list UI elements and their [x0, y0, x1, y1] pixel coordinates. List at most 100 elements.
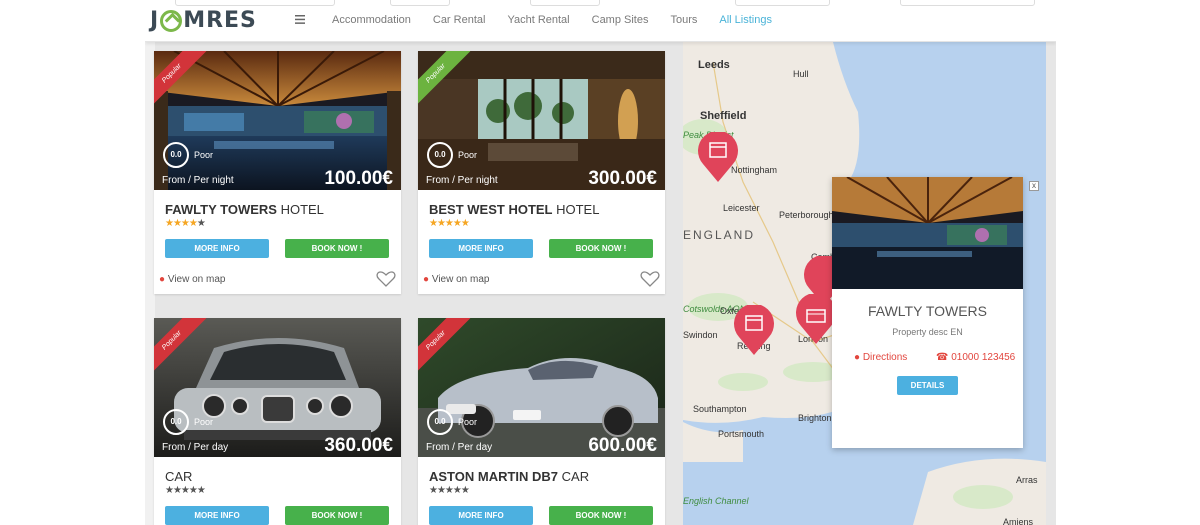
listing-photo[interactable]: Popular 0.0 Poor From / Per night 100.00… — [154, 51, 401, 190]
logo-letter: J — [150, 8, 160, 33]
listing-photo[interactable]: Popular 0.0 Poor From / Per day 600.00€ — [418, 318, 665, 457]
star-rating: ★★★★★ — [165, 218, 206, 229]
map-label: Portsmouth — [718, 429, 765, 439]
top-navbar: J MRES Accommodation Car Rental Yacht Re… — [145, 0, 1056, 42]
listing-type: HOTEL — [552, 202, 600, 217]
logo-rest: MRES — [183, 8, 257, 33]
book-now-button[interactable]: BOOK NOW ! — [549, 239, 653, 258]
popup-close-button[interactable]: x — [1029, 181, 1039, 191]
listing-price: 360.00€ — [324, 435, 393, 456]
map-label: Southampton — [693, 404, 747, 414]
book-now-button[interactable]: BOOK NOW ! — [549, 506, 653, 525]
listing-title[interactable]: CAR — [165, 469, 192, 484]
view-on-map-label: View on map — [167, 274, 226, 285]
rating-label: Poor — [458, 417, 478, 427]
book-now-button[interactable]: BOOK NOW ! — [285, 506, 389, 525]
page: J MRES Accommodation Car Rental Yacht Re… — [145, 0, 1056, 525]
listing-price: 300.00€ — [588, 168, 657, 189]
nav-tours[interactable]: Tours — [670, 14, 697, 26]
more-info-button[interactable]: MORE INFO — [429, 239, 533, 258]
more-info-button[interactable]: MORE INFO — [165, 239, 269, 258]
popup-phone-link[interactable]: ☎ 01000 123456 — [936, 352, 1015, 363]
hamburger-menu-icon[interactable] — [295, 12, 305, 27]
map-pin-icon: ● — [854, 352, 861, 363]
star-rating: ★★★★★ — [165, 485, 206, 496]
book-now-button[interactable]: BOOK NOW ! — [285, 239, 389, 258]
map-pin-icon: ● — [423, 274, 430, 285]
price-unit: From / Per night — [426, 175, 498, 186]
map-pin-icon: ● — [159, 274, 166, 285]
popup-hotel-image — [832, 177, 1023, 289]
star-rating: ★★★★★ — [429, 485, 470, 496]
phone-icon: ☎ — [936, 352, 949, 363]
listing-price: 100.00€ — [324, 168, 393, 189]
rating-badge: 0.0 — [163, 409, 189, 435]
rating-badge: 0.0 — [163, 142, 189, 168]
nav-all-listings[interactable]: All Listings — [719, 14, 772, 26]
map-label: ENGLAND — [683, 228, 756, 242]
search-field-ghost[interactable] — [175, 0, 335, 6]
more-info-button[interactable]: MORE INFO — [429, 506, 533, 525]
map-marker-icon[interactable] — [697, 132, 739, 184]
view-on-map-link[interactable]: ● View on map — [159, 274, 225, 285]
listing-name: BEST WEST HOTEL — [429, 202, 553, 217]
popup-details-button[interactable]: DETAILS — [897, 376, 958, 395]
listing-type: CAR — [165, 469, 193, 484]
listing-card: Popular 0.0 Poor From / Per night 100.00… — [154, 51, 401, 294]
listing-type: CAR — [558, 469, 590, 484]
map-label: Hull — [793, 69, 809, 79]
listing-type: HOTEL — [276, 202, 324, 217]
view-select-ghost[interactable] — [390, 0, 450, 6]
compare-button-ghost[interactable] — [735, 0, 830, 6]
listing-name: ASTON MARTIN DB7 — [429, 469, 559, 484]
favourites-button-ghost[interactable] — [900, 0, 1035, 6]
rating-badge: 0.0 — [427, 409, 453, 435]
star-rating: ★★★★★ — [429, 218, 470, 229]
map-label: Brighton — [798, 413, 832, 423]
price-unit: From / Per day — [426, 442, 493, 453]
map-marker-icon[interactable] — [795, 294, 837, 346]
main-nav: Accommodation Car Rental Yacht Rental Ca… — [332, 14, 794, 26]
popup-title: FAWLTY TOWERS — [867, 303, 988, 319]
listing-card: Popular 0.0 Poor From / Per day 360.00€ … — [154, 318, 401, 525]
view-on-map-label: View on map — [431, 274, 490, 285]
rating-label: Poor — [194, 150, 214, 160]
heart-icon[interactable] — [376, 270, 396, 288]
map-label: Leeds — [698, 59, 730, 71]
listing-card: Popular 0.0 Poor From / Per night 300.00… — [418, 51, 665, 294]
map-label: Peterborough — [779, 210, 834, 220]
map-info-popup: x FAWLTY TOWERS Property desc EN ● Direc… — [832, 177, 1039, 448]
more-info-button[interactable]: MORE INFO — [165, 506, 269, 525]
listing-price: 600.00€ — [588, 435, 657, 456]
map-label: Amiens — [1003, 517, 1034, 525]
listing-card: Popular 0.0 Poor From / Per day 600.00€ … — [418, 318, 665, 525]
listing-photo[interactable]: Popular 0.0 Poor From / Per day 360.00€ — [154, 318, 401, 457]
listing-photo[interactable]: Popular 0.0 Poor From / Per night 300.00… — [418, 51, 665, 190]
rating-badge: 0.0 — [427, 142, 453, 168]
jomres-logo[interactable]: J MRES — [150, 7, 257, 33]
popup-photo[interactable] — [832, 177, 1023, 289]
map-label: Leicester — [723, 203, 760, 213]
nav-camp-sites[interactable]: Camp Sites — [592, 14, 649, 26]
map-label: Arras — [1016, 475, 1038, 485]
view-on-map-link[interactable]: ● View on map — [423, 274, 489, 285]
popup-directions-link[interactable]: ● Directions — [854, 352, 907, 363]
rating-label: Poor — [194, 417, 214, 427]
directions-label: Directions — [862, 352, 908, 363]
budget-select-ghost[interactable] — [530, 0, 600, 6]
nav-accommodation[interactable]: Accommodation — [332, 14, 411, 26]
map-label: English Channel — [683, 496, 749, 506]
map-marker-icon[interactable] — [733, 305, 775, 357]
rating-label: Poor — [458, 150, 478, 160]
nav-car-rental[interactable]: Car Rental — [433, 14, 486, 26]
popup-description: Property desc EN — [892, 327, 963, 337]
listing-name: FAWLTY TOWERS — [165, 202, 277, 217]
listing-title[interactable]: BEST WEST HOTEL HOTEL — [429, 202, 599, 217]
price-unit: From / Per day — [162, 442, 229, 453]
nav-yacht-rental[interactable]: Yacht Rental — [507, 14, 569, 26]
phone-number: 01000 123456 — [951, 352, 1016, 363]
map-label: Swindon — [683, 330, 718, 340]
listing-title[interactable]: ASTON MARTIN DB7 CAR — [429, 469, 589, 484]
listing-title[interactable]: FAWLTY TOWERS HOTEL — [165, 202, 324, 217]
heart-icon[interactable] — [640, 270, 660, 288]
